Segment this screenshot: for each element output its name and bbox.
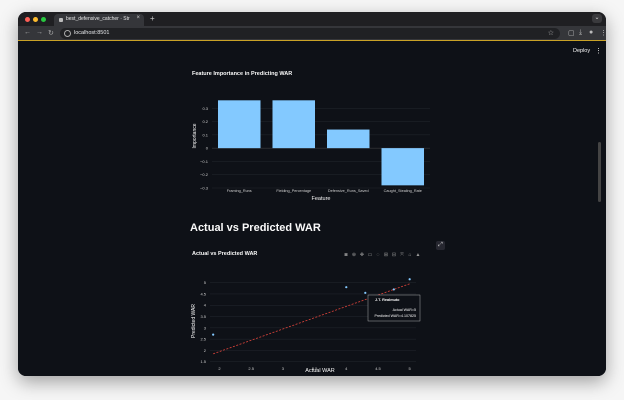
url-text[interactable]: localhost:8501 [74, 30, 109, 36]
favicon-icon [59, 18, 63, 22]
maximize-window-icon[interactable] [41, 17, 46, 22]
new-tab-icon[interactable]: + [150, 14, 155, 23]
scatter-y-axis-label: Predicted WAR [191, 304, 197, 338]
tab-close-icon[interactable]: × [136, 15, 140, 21]
tab-title: best_defensive_catcher · Str [66, 16, 130, 22]
browser-window: best_defensive_catcher · Str × + ⌄ ← → ↻… [18, 12, 606, 376]
scatter-x-tick-label: 2.5 [248, 366, 254, 371]
tab-search-icon[interactable]: ⌄ [592, 14, 602, 23]
browser-tab[interactable]: best_defensive_catcher · Str × [54, 14, 144, 26]
streamlit-app: Deploy ⋮ Feature Importance in Predictin… [18, 42, 606, 376]
profile-icon[interactable]: ● [589, 29, 593, 36]
address-toolbar: ← → ↻ localhost:8501 ☆ ▢ ⤓ ● ⋮ [18, 26, 606, 41]
scatter-x-tick-label: 4 [345, 366, 348, 371]
scatter-y-tick-label: 2.5 [200, 337, 206, 342]
hover-tooltip: J.T. Realmuto Actual WAR=5 Predicted WAR… [367, 294, 421, 322]
tooltip-name: J.T. Realmuto [375, 298, 400, 302]
tooltip-actual: Actual WAR=5 [393, 308, 416, 312]
scatter-y-tick-label: 5 [204, 280, 207, 285]
scatter-y-tick-label: 2 [204, 348, 207, 353]
scatter-point[interactable] [364, 291, 367, 294]
scatter-point[interactable] [345, 286, 348, 289]
site-info-icon[interactable] [64, 30, 71, 37]
scatter-x-tick-label: 5 [409, 366, 412, 371]
address-bar[interactable]: localhost:8501 ☆ [60, 28, 560, 39]
actual-vs-predicted-chart: 1.522.533.544.55 2 2.5 3 3.5 4 4.5 5 J.T. Real… [191, 278, 421, 374]
scatter-y-tick-label: 3.5 [200, 314, 206, 319]
scatter-point[interactable] [408, 278, 411, 281]
tooltip-predicted: Predicted WAR=4.107825 [374, 314, 416, 318]
scatter-x-tick-label: 4.5 [375, 366, 381, 371]
minimize-window-icon[interactable] [33, 17, 38, 22]
scatter-x-tick-label: 2 [218, 366, 221, 371]
extensions-icon[interactable]: ▢ [568, 29, 575, 37]
forward-icon[interactable]: → [36, 29, 43, 36]
scatter-point[interactable] [212, 333, 215, 336]
scatter-x-tick-label: 3 [282, 366, 285, 371]
download-icon[interactable]: ⤓ [579, 29, 582, 37]
scatter-y-tick-label: 4.5 [200, 291, 206, 296]
bookmark-star-icon[interactable]: ☆ [548, 29, 554, 37]
close-window-icon[interactable] [25, 17, 30, 22]
tab-bar: best_defensive_catcher · Str × + ⌄ [18, 12, 606, 26]
reload-icon[interactable]: ↻ [48, 29, 54, 37]
back-icon[interactable]: ← [24, 29, 31, 36]
scatter-x-axis-label: Actual WAR [305, 368, 334, 374]
scatter-y-tick-label: 3 [204, 325, 207, 330]
scatter-point[interactable] [392, 288, 395, 291]
scatter-y-tick-label: 4 [204, 303, 207, 308]
browser-menu-icon[interactable]: ⋮ [600, 29, 606, 37]
scatter-y-tick-label: 1.5 [200, 359, 206, 364]
